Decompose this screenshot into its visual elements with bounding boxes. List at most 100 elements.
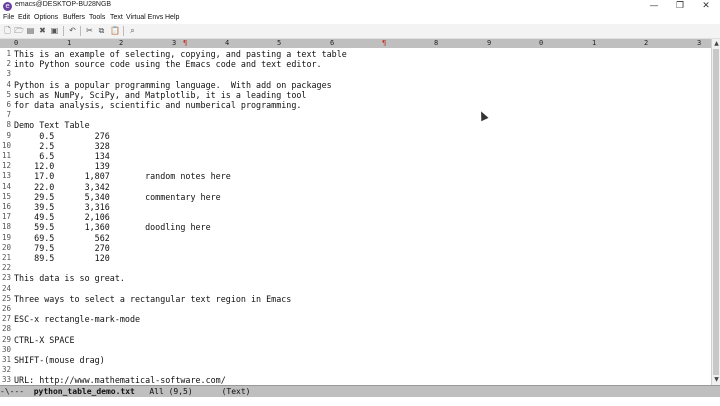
buffer-line[interactable]: Three ways to select a rectangular text … — [14, 294, 291, 304]
emacs-app-icon: e — [3, 2, 12, 11]
ruler-number: 6 — [330, 39, 335, 47]
line-number: 29 — [1, 334, 11, 344]
menu-edit[interactable]: Edit — [18, 14, 30, 21]
close-button[interactable]: ✕ — [693, 0, 719, 13]
menu-virtual-envs[interactable]: Virtual Envs — [126, 14, 163, 21]
ruler-number: 8 — [434, 39, 439, 47]
ruler-number: 3 — [172, 39, 177, 47]
menu-options[interactable]: Options — [34, 14, 58, 21]
buffer-line[interactable]: 17.0 1,807 random notes here — [14, 171, 231, 181]
modeline-position: All (9,5) — [134, 387, 222, 396]
open-folder-icon[interactable]: 🗁 — [14, 26, 24, 35]
line-number: 10 — [1, 140, 11, 150]
buffer-line[interactable]: 89.5 120 — [14, 253, 110, 263]
fill-column-marker: ¶ — [183, 39, 188, 47]
buffer-line[interactable]: 22.0 3,342 — [14, 182, 110, 192]
text-buffer[interactable]: 1 This is an example of selecting, copyin… — [0, 48, 711, 385]
line-number: 24 — [1, 283, 11, 293]
line-number: 19 — [1, 232, 11, 242]
minibuffer[interactable] — [0, 397, 720, 406]
line-number: 3 — [6, 69, 11, 79]
buffer-line[interactable]: 6.5 134 — [14, 151, 110, 161]
buffer-line[interactable]: 0.5 276 — [14, 131, 110, 141]
ruler-number: 0 — [14, 39, 19, 47]
line-number: 18 — [1, 222, 11, 232]
line-number: 11 — [1, 151, 11, 160]
buffer-line[interactable]: such as NumPy, SciPy, and Matplotlib, it… — [14, 90, 306, 100]
line-number: 16 — [1, 202, 11, 211]
vertical-scrollbar[interactable]: ▲ ▼ — [711, 39, 720, 385]
buffer-line[interactable]: 79.5 270 — [14, 243, 110, 253]
ruler-number: 5 — [277, 39, 282, 47]
line-number: 33 — [1, 375, 11, 385]
scroll-down-icon[interactable]: ▼ — [712, 376, 720, 384]
buffer-line[interactable]: for data analysis, scientific and number… — [14, 100, 301, 110]
scroll-up-icon[interactable]: ▲ — [712, 40, 720, 48]
buffer-line[interactable]: URL: http://www.mathematical-software.co… — [14, 375, 226, 385]
buffer-line[interactable]: 59.5 1,360 doodling here — [14, 222, 211, 232]
buffer-line[interactable]: This data is so great. — [14, 273, 125, 283]
ruler-number: 9 — [487, 39, 492, 47]
buffer-line[interactable]: Python is a popular programming language… — [14, 80, 332, 90]
buffer-line[interactable]: CTRL-X SPACE — [14, 335, 75, 345]
line-number: 21 — [1, 253, 11, 262]
toolbar-separator — [80, 26, 81, 36]
paste-icon[interactable]: 📋 — [110, 26, 120, 35]
line-number: 14 — [1, 181, 11, 191]
mode-line: -\--- python_table_demo.txt All (9,5) (T… — [0, 385, 720, 397]
ruler-number: 2 — [644, 39, 649, 47]
ruler-number: 4 — [225, 39, 230, 47]
line-number: 7 — [6, 110, 11, 120]
line-number: 30 — [1, 344, 11, 354]
line-number: 17 — [1, 212, 11, 222]
line-number: 9 — [6, 130, 11, 140]
cut-icon[interactable]: ✂ — [85, 26, 94, 35]
buffer-line[interactable]: into Python source code using the Emacs … — [14, 59, 322, 69]
close-buffer-icon[interactable]: ✖ — [38, 26, 47, 35]
line-number: 5 — [6, 89, 11, 99]
save-icon[interactable]: ▣ — [50, 26, 59, 35]
toolbar-separator — [63, 26, 64, 36]
undo-icon[interactable]: ↶ — [68, 26, 77, 35]
copy-icon[interactable]: ⧉ — [97, 26, 106, 35]
scroll-thumb[interactable] — [713, 49, 719, 375]
buffer-line[interactable]: ESC-x rectangle-mark-mode — [14, 314, 140, 324]
ruler-number: 1 — [592, 39, 597, 47]
buffer-line[interactable]: 49.5 2,106 — [14, 212, 110, 222]
buffer-line[interactable]: 39.5 3,316 — [14, 202, 110, 212]
buffer-line[interactable]: SHIFT-(mouse drag) — [14, 355, 105, 365]
modeline-major-mode[interactable]: (Text) — [222, 387, 251, 396]
menu-bar: File Edit Options Buffers Tools Text Vir… — [0, 13, 720, 24]
toolbar-separator — [123, 26, 124, 36]
line-number: 1 — [6, 49, 11, 58]
column-ruler: 0 1 2 3 ¶ 4 5 6 ¶ 8 9 0 1 2 3 — [0, 39, 711, 48]
line-number: 31 — [1, 355, 11, 364]
minimize-button[interactable]: — — [641, 0, 667, 13]
menu-tools[interactable]: Tools — [89, 14, 105, 21]
buffer-line[interactable]: This is an example of selecting, copying… — [14, 49, 347, 59]
buffer-line[interactable]: Demo Text Table — [14, 120, 90, 130]
buffer-line[interactable]: 69.5 562 — [14, 233, 110, 243]
line-number: 4 — [6, 79, 11, 89]
restore-button[interactable]: ❐ — [667, 0, 693, 13]
line-number: 28 — [1, 324, 11, 334]
buffer-line[interactable]: 29.5 5,340 commentary here — [14, 192, 221, 202]
line-number: 15 — [1, 191, 11, 201]
line-number: 32 — [1, 365, 11, 375]
line-number: 8 — [6, 120, 11, 130]
buffer-line[interactable]: 12.0 139 — [14, 161, 110, 171]
line-number: 6 — [6, 100, 11, 109]
search-icon[interactable]: ⌕ — [128, 26, 137, 35]
modeline-buffer-name[interactable]: python_table_demo.txt — [34, 387, 135, 396]
line-number: 22 — [1, 263, 11, 273]
title-bar: e emacs@DESKTOP-BU28NGB — ❐ ✕ — [0, 0, 720, 13]
menu-help[interactable]: Help — [165, 14, 179, 21]
modeline-status: -\--- — [0, 387, 34, 396]
buffer-line[interactable]: 2.5 328 — [14, 141, 110, 151]
menu-file[interactable]: File — [3, 14, 14, 21]
ruler-number: 1 — [67, 39, 72, 47]
new-file-icon[interactable]: 🗋 — [3, 26, 12, 35]
dired-icon[interactable]: ▤ — [26, 26, 35, 35]
menu-buffers[interactable]: Buffers — [63, 14, 85, 21]
menu-text[interactable]: Text — [110, 14, 123, 21]
